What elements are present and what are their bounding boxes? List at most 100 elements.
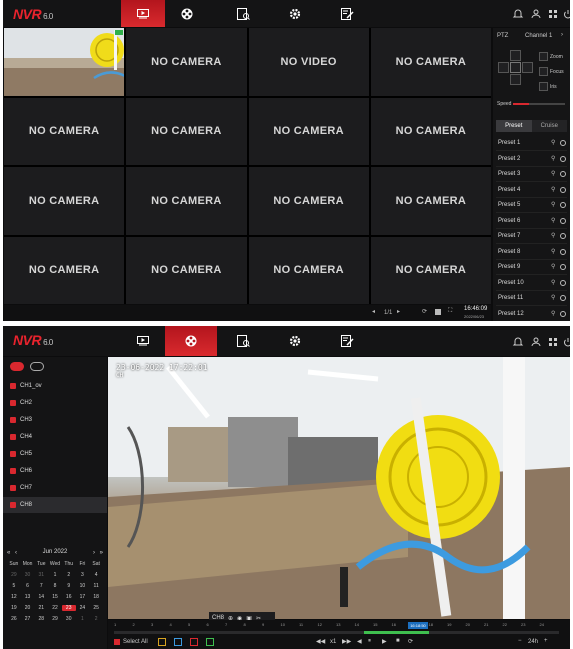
camera-cell[interactable]: NO CAMERA: [248, 97, 369, 165]
maintenance-nav-button[interactable]: [325, 0, 369, 27]
speed-slider-track[interactable]: [513, 103, 565, 105]
preset-row[interactable]: Preset 6 ⚲: [496, 214, 567, 229]
ptz-down-button[interactable]: [510, 74, 521, 85]
prev-month-icon[interactable]: ‹: [15, 550, 17, 556]
call-preset-icon[interactable]: [560, 248, 566, 255]
calendar-day[interactable]: 23: [61, 605, 76, 611]
call-preset-icon[interactable]: [560, 279, 566, 286]
calendar-day[interactable]: 7: [34, 583, 48, 589]
calendar-day[interactable]: 22: [48, 605, 62, 611]
channel-checkbox[interactable]: [10, 502, 16, 508]
camera-cell[interactable]: NO CAMERA: [4, 167, 125, 235]
pin-icon[interactable]: ⚲: [551, 248, 557, 255]
fullscreen-icon[interactable]: ⛶: [448, 308, 452, 315]
channel-row[interactable]: CH4: [3, 429, 107, 445]
prev-year-icon[interactable]: «: [7, 550, 10, 556]
ptz-left-button[interactable]: [498, 62, 509, 73]
preset-row[interactable]: Preset 7 ⚲: [496, 229, 567, 244]
channel-row[interactable]: CH7: [3, 480, 107, 496]
next-year-icon[interactable]: »: [100, 550, 103, 556]
preset-row[interactable]: Preset 4 ⚲: [496, 183, 567, 198]
camera-cell[interactable]: NO CAMERA: [126, 236, 247, 304]
prev-page-icon[interactable]: ◂: [372, 308, 375, 315]
step-forward-icon[interactable]: ▶: [382, 638, 387, 645]
camera-cell[interactable]: NO CAMERA: [126, 167, 247, 235]
calendar-day[interactable]: 14: [34, 594, 48, 600]
playback-nav-button[interactable]: [165, 0, 209, 27]
maintenance-nav-button[interactable]: [325, 326, 369, 356]
zoom-out-button[interactable]: [539, 52, 548, 61]
pin-icon[interactable]: ⚲: [551, 186, 557, 193]
calendar-day[interactable]: 18: [89, 594, 103, 600]
pin-icon[interactable]: ⚲: [551, 139, 557, 146]
recording-track[interactable]: [114, 631, 559, 634]
channel-checkbox[interactable]: [10, 417, 16, 423]
smart-record-icon[interactable]: [206, 638, 214, 646]
calendar-day[interactable]: 1: [48, 572, 62, 578]
calendar-day[interactable]: 5: [7, 583, 21, 589]
playback-video[interactable]: 23-06-2022 17:22:01 CH: [108, 357, 570, 619]
call-preset-icon[interactable]: [560, 171, 566, 177]
fast-forward-icon[interactable]: ▶▶: [342, 638, 351, 645]
camera-cell[interactable]: NO CAMERA: [370, 167, 491, 235]
camera-cell[interactable]: NO CAMERA: [370, 28, 491, 96]
settings-nav-button[interactable]: [273, 0, 317, 27]
camera-cell-live[interactable]: [4, 28, 125, 96]
channel-row[interactable]: CH5: [3, 446, 107, 462]
camera-cell[interactable]: NO CAMERA: [4, 236, 125, 304]
user-icon[interactable]: [530, 335, 542, 347]
calendar-day[interactable]: 28: [34, 616, 48, 622]
preset-row[interactable]: Preset 8 ⚲: [496, 245, 567, 260]
calendar-day[interactable]: 24: [76, 605, 90, 611]
bell-icon[interactable]: [512, 7, 524, 19]
calendar-day[interactable]: 1: [76, 616, 90, 622]
calendar-day[interactable]: 29: [7, 572, 21, 578]
channel-row[interactable]: CH6: [3, 463, 107, 479]
power-icon[interactable]: [562, 7, 570, 19]
zoom-out-timeline-icon[interactable]: −: [518, 638, 522, 644]
pin-icon[interactable]: ⚲: [551, 294, 557, 301]
preset-row[interactable]: Preset 3 ⚲: [496, 167, 567, 182]
calendar-day[interactable]: 9: [62, 583, 76, 589]
live-view-nav-button[interactable]: [121, 0, 165, 27]
calendar-day[interactable]: 10: [76, 583, 90, 589]
calendar-day[interactable]: 15: [48, 594, 62, 600]
preset-row[interactable]: Preset 11 ⚲: [496, 291, 567, 306]
close-icon[interactable]: ›: [561, 32, 563, 38]
pin-icon[interactable]: ⚲: [551, 263, 557, 270]
stop-icon[interactable]: [435, 309, 441, 315]
call-preset-icon[interactable]: [560, 186, 566, 193]
zoom-in-timeline-icon[interactable]: +: [544, 638, 548, 644]
iris-out-button[interactable]: [539, 82, 548, 91]
channel-checkbox[interactable]: [10, 485, 16, 491]
normal-record-icon[interactable]: [158, 638, 166, 646]
channel-checkbox[interactable]: [10, 400, 16, 406]
calendar-day[interactable]: 30: [62, 616, 76, 622]
calendar-day[interactable]: 3: [76, 572, 90, 578]
preset-row[interactable]: Preset 1 ⚲: [496, 136, 567, 151]
preset-row[interactable]: Preset 9 ⚲: [496, 260, 567, 275]
ptz-channel-select[interactable]: Channel 1: [525, 33, 552, 39]
calendar-day[interactable]: 29: [48, 616, 62, 622]
select-all-checkbox[interactable]: [114, 639, 120, 645]
channel-checkbox[interactable]: [10, 451, 16, 457]
calendar-day[interactable]: 25: [89, 605, 103, 611]
camera-cell[interactable]: NO CAMERA: [248, 167, 369, 235]
calendar-day[interactable]: 26: [7, 616, 21, 622]
call-preset-icon[interactable]: [560, 217, 566, 224]
camera-cell[interactable]: NO CAMERA: [126, 28, 247, 96]
preset-row[interactable]: Preset 2 ⚲: [496, 152, 567, 167]
ptz-center-button[interactable]: [510, 62, 521, 73]
call-preset-icon[interactable]: [560, 202, 566, 208]
calendar-day[interactable]: 19: [7, 605, 21, 611]
pin-icon[interactable]: ⚲: [551, 232, 557, 239]
pin-icon[interactable]: ⚲: [551, 279, 557, 286]
calendar-day[interactable]: 11: [89, 583, 103, 589]
call-preset-icon[interactable]: [560, 295, 566, 301]
calendar-day[interactable]: 27: [21, 616, 35, 622]
stop-icon[interactable]: ■: [396, 638, 400, 644]
grid-layout-icon[interactable]: [547, 335, 559, 347]
channel-row[interactable]: CH1_ov: [3, 378, 107, 394]
calendar-day[interactable]: 31: [34, 572, 48, 578]
call-preset-icon[interactable]: [560, 233, 566, 239]
